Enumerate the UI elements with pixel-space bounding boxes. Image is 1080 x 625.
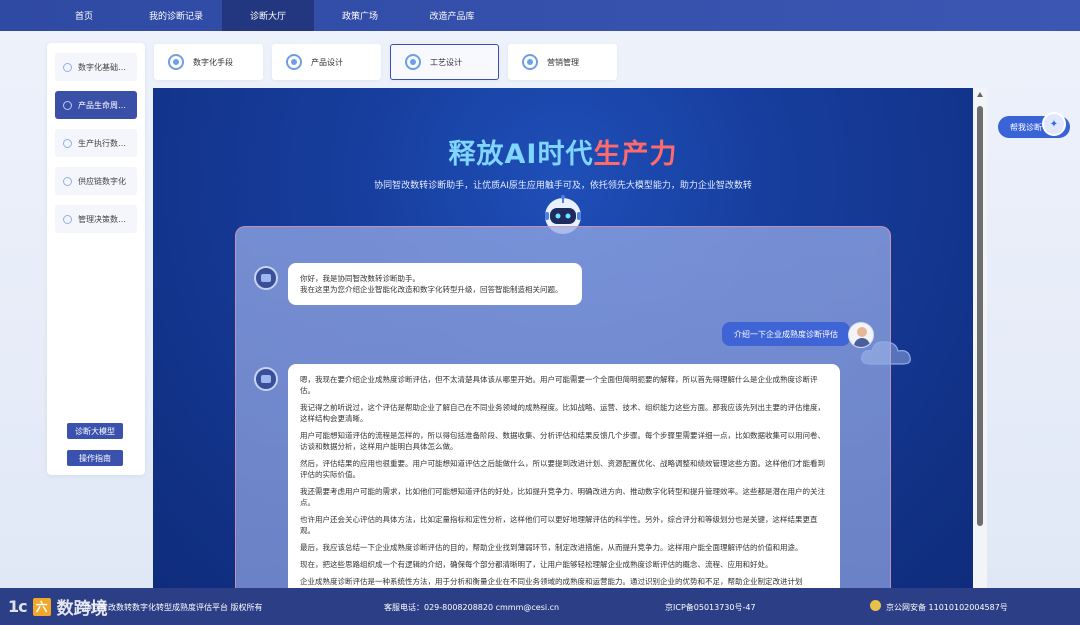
sidebar-item-management-decision[interactable]: 管理决策数… <box>55 205 137 233</box>
sidebar-item-label: 产品生命周… <box>78 100 126 110</box>
sidebar-item-product-lifecycle[interactable]: 产品生命周… <box>55 91 137 119</box>
tab-digital-means[interactable]: 数字化手段 <box>154 44 263 80</box>
user-message-bubble: 介绍一下企业成熟度诊断评估 <box>722 322 850 346</box>
operation-guide-button[interactable]: 操作指南 <box>67 450 123 466</box>
nav-my-records[interactable]: 我的诊断记录 <box>130 0 222 31</box>
help-diagnose-label: 帮我诊断 <box>1010 122 1042 132</box>
greeting-line-2: 我在这里为您介绍企业智能化改造和数字化转型升级，回答智能制造相关问题。 <box>300 285 563 294</box>
nav-home[interactable]: 首页 <box>38 0 130 31</box>
footer-icp[interactable]: 京ICP备05013730号-47 <box>665 602 756 613</box>
footer-contact: 客服电话：029-8008208820 cmmm@cesi.cn <box>384 603 560 612</box>
answer-paragraph: 然后，评估结果的应用也很重要。用户可能想知道评估之后能做什么，所以要提到改进计划… <box>300 459 825 479</box>
tab-product-design[interactable]: 产品设计 <box>272 44 381 80</box>
top-nav: 首页 我的诊断记录 诊断大厅 政策广场 改造产品库 <box>0 0 1080 31</box>
sidebar-item-label: 数字化基础… <box>78 62 126 72</box>
watermark-text: 数跨境 <box>56 599 108 619</box>
answer-paragraph: 我记得之前听说过，这个评估是帮助企业了解自己在不同业务领域的成熟程度。比如战略、… <box>300 403 825 423</box>
diagnosis-model-button[interactable]: 诊断大模型 <box>67 423 123 439</box>
answer-paragraph: 嗯，我现在要介绍企业成熟度诊断评估，但不太清楚具体该从哪里开始。用户可能需要一个… <box>300 375 818 395</box>
tab-label: 营销管理 <box>547 57 579 67</box>
gear-icon <box>63 138 72 148</box>
answer-paragraph: 最后，我应该总结一下企业成熟度诊断评估的目的，帮助企业找到薄弱环节，制定改进措施… <box>300 543 803 552</box>
gear-icon <box>63 100 72 110</box>
tab-process-design[interactable]: 工艺设计 <box>390 44 499 80</box>
tab-marketing-management[interactable]: 营销管理 <box>508 44 617 80</box>
gear-icon <box>63 62 72 72</box>
bot-answer-bubble: 嗯，我现在要介绍企业成熟度诊断评估，但不太清楚具体该从哪里开始。用户可能需要一个… <box>288 364 840 588</box>
hero-title: 释放AI时代生产力 <box>153 132 973 171</box>
bot-avatar <box>254 367 278 391</box>
answer-paragraph: 用户可能想知道评估的流程是怎样的，所以得包括准备阶段、数据收集、分析评估和结果反… <box>300 431 825 451</box>
scroll-up-icon[interactable] <box>977 92 983 97</box>
hero-title-highlight: 生产力 <box>593 139 678 170</box>
footer: 协同智改数转数字化转型成熟度评估平台 版权所有 客服电话：029-8008208… <box>0 588 1080 625</box>
bot-avatar <box>254 266 278 290</box>
robot-icon: ✦ <box>1042 112 1066 136</box>
footer-police[interactable]: 京公网安备 11010102004587号 <box>886 602 1008 613</box>
gear-icon <box>522 54 538 70</box>
answer-paragraph: 我还需要考虑用户可能的需求，比如他们可能想知道评估的好处，比如提升竞争力、明确改… <box>300 487 825 507</box>
cloud-icon <box>861 341 911 365</box>
chat-scrollbar[interactable] <box>973 88 987 588</box>
police-badge-icon <box>870 600 881 611</box>
greeting-line-1: 你好，我是协同智改数转诊断助手。 <box>300 274 420 283</box>
gear-icon <box>63 214 72 224</box>
help-diagnose-button[interactable]: 帮我诊断 ✦ <box>998 112 1070 138</box>
nav-diagnosis-hall[interactable]: 诊断大厅 <box>222 0 314 31</box>
nav-policy-square[interactable]: 政策广场 <box>314 0 406 31</box>
bot-greeting-bubble: 你好，我是协同智改数转诊断助手。 我在这里为您介绍企业智能化改造和数字化转型升级… <box>288 263 582 305</box>
gear-icon <box>405 54 421 70</box>
chat-window: 你好，我是协同智改数转诊断助手。 我在这里为您介绍企业智能化改造和数字化转型升级… <box>235 226 891 588</box>
sidebar-item-label: 管理决策数… <box>78 214 126 224</box>
watermark-logo: 1c <box>8 597 28 616</box>
watermark: 1c 六 数跨境 <box>8 588 108 625</box>
answer-paragraph: 也许用户还会关心评估的具体方法，比如定量指标和定性分析，这样他们可以更好地理解评… <box>300 515 818 535</box>
gear-icon <box>286 54 302 70</box>
nav-product-library[interactable]: 改造产品库 <box>406 0 498 31</box>
gear-icon <box>63 176 72 186</box>
sidebar-item-label: 供应链数字化 <box>78 176 126 186</box>
tab-label: 工艺设计 <box>430 57 462 67</box>
watermark-mark-icon: 六 <box>32 597 51 616</box>
scrollbar-thumb[interactable] <box>977 106 983 526</box>
footer-copyright: 协同智改数转数字化转型成熟度评估平台 版权所有 <box>84 603 263 612</box>
gear-icon <box>168 54 184 70</box>
sidebar-item-label: 生产执行数… <box>78 138 126 148</box>
tab-label: 产品设计 <box>311 57 343 67</box>
hero-title-main: 释放AI时代 <box>448 139 594 170</box>
tab-label: 数字化手段 <box>193 57 233 67</box>
chat-panel: 释放AI时代生产力 协同智改数转诊断助手，让优质AI原生应用触手可及，依托领先大… <box>153 88 973 588</box>
hero-subtitle: 协同智改数转诊断助手，让优质AI原生应用触手可及，依托领先大模型能力，助力企业智… <box>374 181 752 191</box>
answer-paragraph: 企业成熟度诊断评估是一种系统性方法，用于分析和衡量企业在不同业务领域的成熟度和运… <box>300 577 803 586</box>
sidebar-item-digital-basis[interactable]: 数字化基础… <box>55 53 137 81</box>
sidebar-item-production-execution[interactable]: 生产执行数… <box>55 129 137 157</box>
sidebar-item-supply-chain[interactable]: 供应链数字化 <box>55 167 137 195</box>
sidebar: 数字化基础… 产品生命周… 生产执行数… 供应链数字化 管理决策数… 诊断大模型… <box>47 43 145 475</box>
answer-paragraph: 现在，把这些思路组织成一个有逻辑的介绍，确保每个部分都清晰明了，让用户能够轻松理… <box>300 560 773 569</box>
